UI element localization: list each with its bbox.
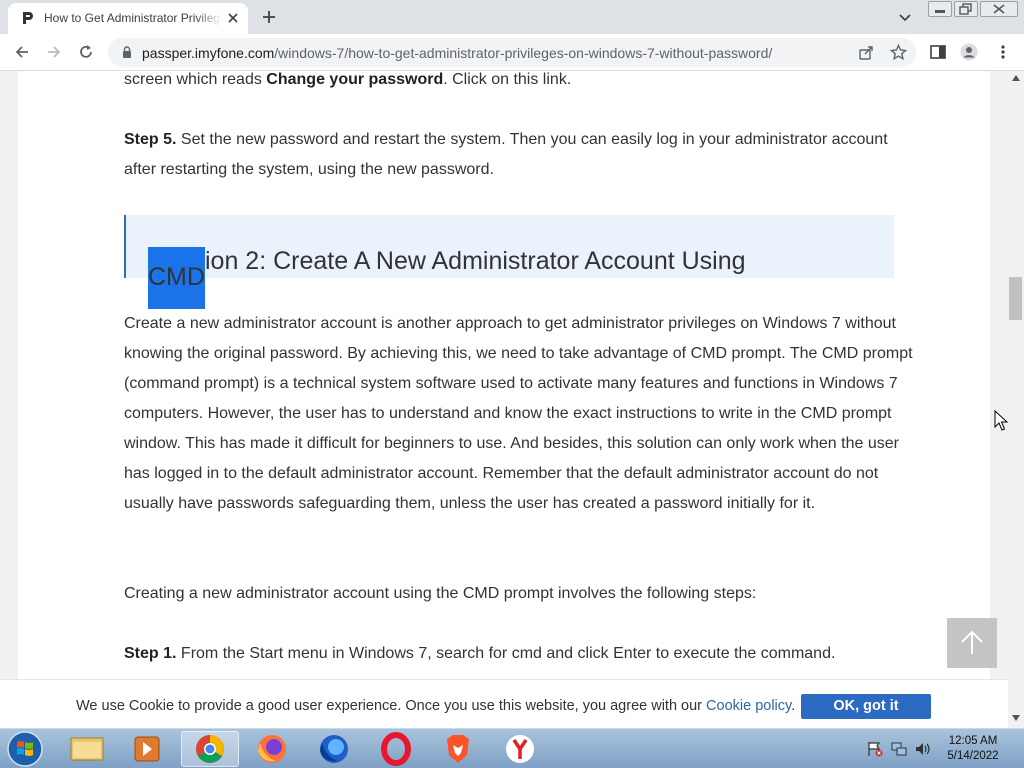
arrow-up-icon bbox=[961, 630, 983, 654]
minimize-icon bbox=[935, 10, 945, 13]
step-text: Set the new password and restart the sys… bbox=[124, 131, 888, 178]
taskbar-clock[interactable]: 12:05 AM 5/14/2022 bbox=[940, 734, 1006, 764]
window-controls bbox=[928, 1, 1020, 17]
new-tab-icon[interactable] bbox=[260, 8, 278, 26]
paragraph-text: screen which reads bbox=[124, 71, 267, 88]
selected-text: CMD bbox=[148, 247, 205, 309]
paragraph-change-password: screen which reads Change your password.… bbox=[124, 71, 914, 95]
back-to-top-button[interactable] bbox=[947, 618, 997, 668]
cookie-banner: We use Cookie to provide a good user exp… bbox=[0, 679, 1008, 728]
mouse-cursor-icon bbox=[994, 410, 1008, 431]
step-5-paragraph: Step 5. Set the new password and restart… bbox=[124, 125, 914, 185]
scroll-down-arrow-icon[interactable] bbox=[1012, 715, 1020, 721]
volume-icon[interactable] bbox=[914, 741, 932, 757]
cookie-message: We use Cookie to provide a good user exp… bbox=[76, 698, 795, 714]
step-1-paragraph: Step 1. From the Start menu in Windows 7… bbox=[124, 639, 914, 669]
taskbar: 12:05 AM 5/14/2022 bbox=[0, 728, 1024, 768]
step-label: Step 5. bbox=[124, 131, 177, 148]
folder-icon bbox=[70, 737, 104, 761]
cmd-intro-paragraph: Create a new administrator account is an… bbox=[124, 315, 913, 512]
solution-2-heading: Solution 2: Create A New Administrator A… bbox=[124, 215, 894, 309]
browser-tab[interactable]: How to Get Administrator Privileges on W… bbox=[8, 3, 248, 34]
url-host: passper.imyfone.com bbox=[142, 45, 275, 61]
brave-icon bbox=[447, 735, 469, 763]
profile-avatar-icon[interactable] bbox=[960, 43, 978, 61]
taskbar-firefox-blue[interactable] bbox=[305, 731, 363, 767]
minimize-button[interactable] bbox=[928, 1, 952, 17]
chrome-icon bbox=[196, 735, 224, 763]
tab-title: How to Get Administrator Privileges on W… bbox=[44, 11, 222, 25]
taskbar-yandex[interactable] bbox=[491, 731, 549, 767]
cookie-text: We use Cookie to provide a good user exp… bbox=[76, 698, 707, 714]
taskbar-explorer[interactable] bbox=[58, 731, 116, 767]
url-path: /windows-7/how-to-get-administrator-priv… bbox=[274, 45, 773, 61]
step-label: Step 1. bbox=[124, 645, 177, 662]
heading-main-text: Solution 2: Create A New Administrator A… bbox=[148, 247, 746, 275]
close-window-button[interactable] bbox=[980, 1, 1018, 17]
restore-button[interactable] bbox=[954, 1, 978, 17]
forward-arrow-icon[interactable] bbox=[45, 43, 63, 61]
clock-time: 12:05 AM bbox=[948, 735, 998, 747]
taskbar-media-player[interactable] bbox=[119, 731, 177, 767]
browser-toolbar: passper.imyfone.com/windows-7/how-to-get… bbox=[0, 34, 1024, 71]
accept-cookies-button[interactable]: OK, got it bbox=[801, 694, 931, 719]
url-text: passper.imyfone.com/windows-7/how-to-get… bbox=[142, 45, 772, 61]
chevron-down-icon[interactable] bbox=[898, 10, 912, 24]
back-arrow-icon[interactable] bbox=[13, 43, 31, 61]
bookmark-star-icon[interactable] bbox=[890, 44, 907, 61]
step-text: From the Start menu in Windows 7, search… bbox=[176, 645, 836, 662]
article-body: screen which reads Change your password.… bbox=[18, 71, 990, 728]
scrollbar-thumb[interactable] bbox=[1009, 277, 1022, 320]
firefox-developer-icon bbox=[320, 735, 348, 763]
system-tray bbox=[862, 737, 934, 761]
cookie-policy-link[interactable]: Cookie policy bbox=[706, 698, 791, 714]
tab-strip: How to Get Administrator Privileges on W… bbox=[0, 0, 1024, 34]
scroll-up-arrow-icon[interactable] bbox=[1012, 75, 1020, 81]
kebab-menu-icon[interactable] bbox=[994, 43, 1012, 61]
close-window-icon bbox=[993, 4, 1005, 14]
clock-date: 5/14/2022 bbox=[947, 750, 999, 762]
action-center-flag-icon[interactable] bbox=[866, 741, 884, 757]
opera-icon bbox=[381, 732, 411, 766]
page-scrollbar[interactable] bbox=[1008, 71, 1024, 728]
yandex-icon bbox=[506, 735, 534, 763]
share-icon[interactable] bbox=[858, 45, 874, 61]
network-icon[interactable] bbox=[890, 741, 908, 757]
reload-icon[interactable] bbox=[77, 43, 95, 61]
taskbar-firefox[interactable] bbox=[243, 731, 301, 767]
media-player-icon bbox=[134, 736, 160, 762]
bold-text: Change your password bbox=[266, 71, 444, 88]
address-bar[interactable]: passper.imyfone.com/windows-7/how-to-get… bbox=[108, 38, 916, 67]
paragraph-text-tail: . Click on this link. bbox=[443, 71, 572, 88]
taskbar-brave[interactable] bbox=[429, 731, 487, 767]
taskbar-opera[interactable] bbox=[367, 731, 425, 767]
firefox-icon bbox=[258, 735, 286, 763]
steps-intro-paragraph: Creating a new administrator account usi… bbox=[124, 585, 757, 602]
passper-logo-icon bbox=[23, 12, 33, 24]
taskbar-chrome[interactable] bbox=[181, 731, 239, 767]
side-panel-icon[interactable] bbox=[929, 43, 947, 61]
lock-icon[interactable] bbox=[120, 45, 134, 59]
web-page: screen which reads Change your password.… bbox=[0, 71, 1008, 728]
restore-icon bbox=[959, 3, 972, 15]
cookie-text-end: . bbox=[791, 698, 796, 714]
start-button-icon[interactable] bbox=[6, 730, 44, 768]
close-tab-icon[interactable] bbox=[225, 10, 241, 26]
